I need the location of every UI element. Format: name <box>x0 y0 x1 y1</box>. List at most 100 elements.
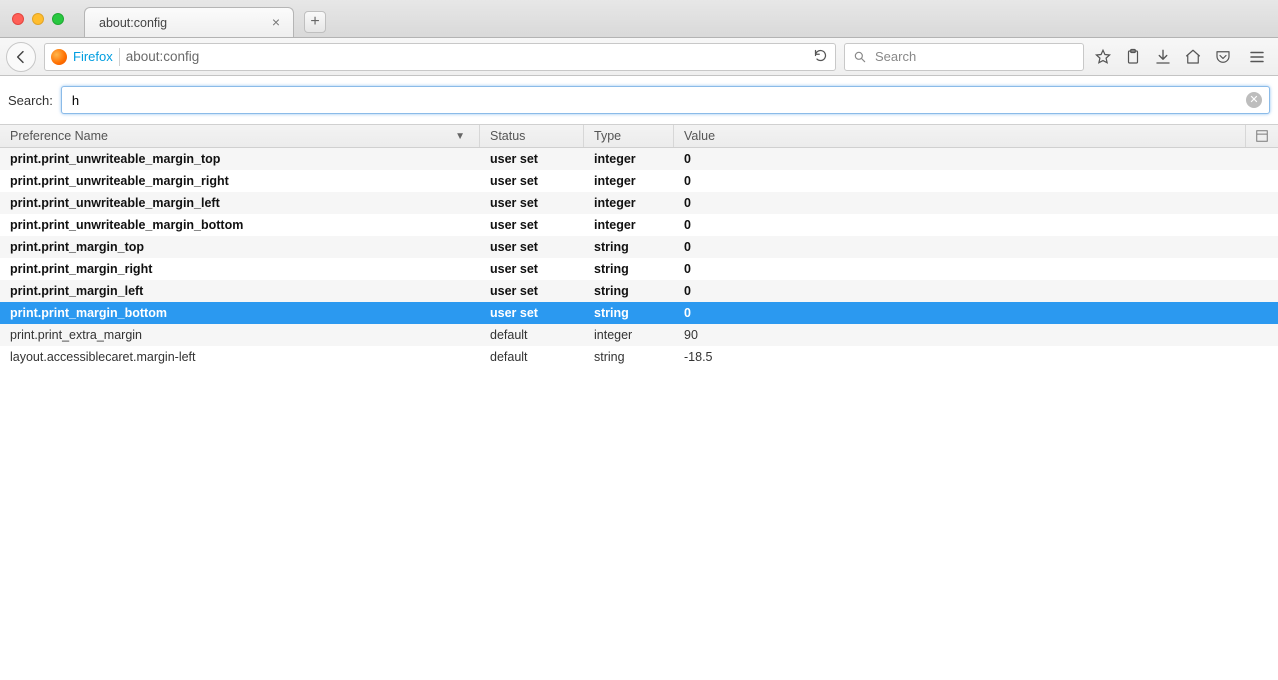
home-button[interactable] <box>1178 42 1208 72</box>
cell-preference-name: print.print_margin_right <box>0 262 480 276</box>
cell-status: default <box>480 350 584 364</box>
col-header-label: Status <box>490 129 525 143</box>
search-placeholder: Search <box>875 49 916 64</box>
table-row[interactable]: print.print_margin_leftuser setstring0 <box>0 280 1278 302</box>
table-row[interactable]: print.print_margin_bottomuser setstring0 <box>0 302 1278 324</box>
cell-value: 0 <box>674 240 1278 254</box>
cell-type: string <box>584 262 674 276</box>
cell-type: integer <box>584 152 674 166</box>
column-picker-icon <box>1256 130 1268 142</box>
navigation-toolbar: Firefox about:config Search <box>0 38 1278 76</box>
pocket-icon <box>1214 48 1232 66</box>
cell-type: integer <box>584 174 674 188</box>
back-arrow-icon <box>13 49 29 65</box>
titlebar: about:config × + <box>0 0 1278 38</box>
close-icon: ✕ <box>1249 95 1258 106</box>
cell-type: integer <box>584 218 674 232</box>
cell-type: string <box>584 306 674 320</box>
library-button[interactable] <box>1118 42 1148 72</box>
cell-preference-name: print.print_margin_left <box>0 284 480 298</box>
cell-value: 0 <box>674 284 1278 298</box>
pocket-button[interactable] <box>1208 42 1238 72</box>
cell-type: string <box>584 350 674 364</box>
table-row[interactable]: print.print_margin_topuser setstring0 <box>0 236 1278 258</box>
home-icon <box>1184 48 1202 66</box>
cell-preference-name: print.print_extra_margin <box>0 328 480 342</box>
col-header-type[interactable]: Type <box>584 125 674 147</box>
prefs-table-body: print.print_unwriteable_margin_topuser s… <box>0 148 1278 368</box>
cell-value: 0 <box>674 174 1278 188</box>
toolbar-icons <box>1088 42 1272 72</box>
cell-type: integer <box>584 196 674 210</box>
maximize-window-button[interactable] <box>52 13 64 25</box>
col-header-label: Value <box>684 129 715 143</box>
cell-status: user set <box>480 196 584 210</box>
tab-title: about:config <box>99 16 167 30</box>
search-icon <box>853 50 867 64</box>
cell-preference-name: print.print_unwriteable_margin_top <box>0 152 480 166</box>
config-search-label: Search: <box>8 93 53 108</box>
col-header-value[interactable]: Value <box>674 125 1246 147</box>
prefs-table-header: Preference Name ▼ Status Type Value <box>0 124 1278 148</box>
reload-button[interactable] <box>811 48 829 66</box>
cell-preference-name: print.print_margin_top <box>0 240 480 254</box>
cell-status: user set <box>480 262 584 276</box>
cell-value: 0 <box>674 306 1278 320</box>
cell-status: user set <box>480 306 584 320</box>
table-row[interactable]: print.print_unwriteable_margin_rightuser… <box>0 170 1278 192</box>
col-header-preference-name[interactable]: Preference Name ▼ <box>0 125 480 147</box>
config-search-row: Search: ✕ <box>0 76 1278 124</box>
column-picker-button[interactable] <box>1246 125 1278 147</box>
url-text: about:config <box>126 49 200 64</box>
cell-value: 0 <box>674 218 1278 232</box>
cell-preference-name: print.print_margin_bottom <box>0 306 480 320</box>
table-row[interactable]: print.print_unwriteable_margin_leftuser … <box>0 192 1278 214</box>
cell-value: 90 <box>674 328 1278 342</box>
config-search-input[interactable] <box>61 86 1270 114</box>
url-identity-label: Firefox <box>73 49 113 64</box>
url-bar[interactable]: Firefox about:config <box>44 43 836 71</box>
firefox-icon <box>51 49 67 65</box>
table-row[interactable]: print.print_extra_margindefaultinteger90 <box>0 324 1278 346</box>
app-menu-button[interactable] <box>1242 42 1272 72</box>
cell-value: 0 <box>674 262 1278 276</box>
url-divider <box>119 48 120 66</box>
cell-type: integer <box>584 328 674 342</box>
config-search-wrap: ✕ <box>61 86 1270 114</box>
col-header-status[interactable]: Status <box>480 125 584 147</box>
close-window-button[interactable] <box>12 13 24 25</box>
table-row[interactable]: print.print_unwriteable_margin_bottomuse… <box>0 214 1278 236</box>
bookmark-star-button[interactable] <box>1088 42 1118 72</box>
cell-preference-name: layout.accessiblecaret.margin-left <box>0 350 480 364</box>
cell-value: -18.5 <box>674 350 1278 364</box>
new-tab-button[interactable]: + <box>304 11 326 33</box>
download-icon <box>1154 48 1172 66</box>
search-bar[interactable]: Search <box>844 43 1084 71</box>
browser-tab[interactable]: about:config × <box>84 7 294 37</box>
table-row[interactable]: print.print_margin_rightuser setstring0 <box>0 258 1278 280</box>
downloads-button[interactable] <box>1148 42 1178 72</box>
table-row[interactable]: layout.accessiblecaret.margin-leftdefaul… <box>0 346 1278 368</box>
cell-status: user set <box>480 284 584 298</box>
cell-preference-name: print.print_unwriteable_margin_left <box>0 196 480 210</box>
cell-value: 0 <box>674 152 1278 166</box>
table-row[interactable]: print.print_unwriteable_margin_topuser s… <box>0 148 1278 170</box>
cell-status: user set <box>480 152 584 166</box>
cell-status: default <box>480 328 584 342</box>
clipboard-icon <box>1124 48 1142 66</box>
cell-preference-name: print.print_unwriteable_margin_bottom <box>0 218 480 232</box>
cell-status: user set <box>480 174 584 188</box>
config-search-clear-button[interactable]: ✕ <box>1246 92 1262 108</box>
sort-indicator-icon: ▼ <box>455 131 465 142</box>
window-controls <box>0 13 76 25</box>
cell-type: string <box>584 240 674 254</box>
cell-preference-name: print.print_unwriteable_margin_right <box>0 174 480 188</box>
back-button[interactable] <box>6 42 36 72</box>
minimize-window-button[interactable] <box>32 13 44 25</box>
tab-close-button[interactable]: × <box>269 15 283 29</box>
tab-strip: about:config × + <box>84 0 326 37</box>
cell-value: 0 <box>674 196 1278 210</box>
cell-status: user set <box>480 218 584 232</box>
cell-type: string <box>584 284 674 298</box>
star-icon <box>1094 48 1112 66</box>
